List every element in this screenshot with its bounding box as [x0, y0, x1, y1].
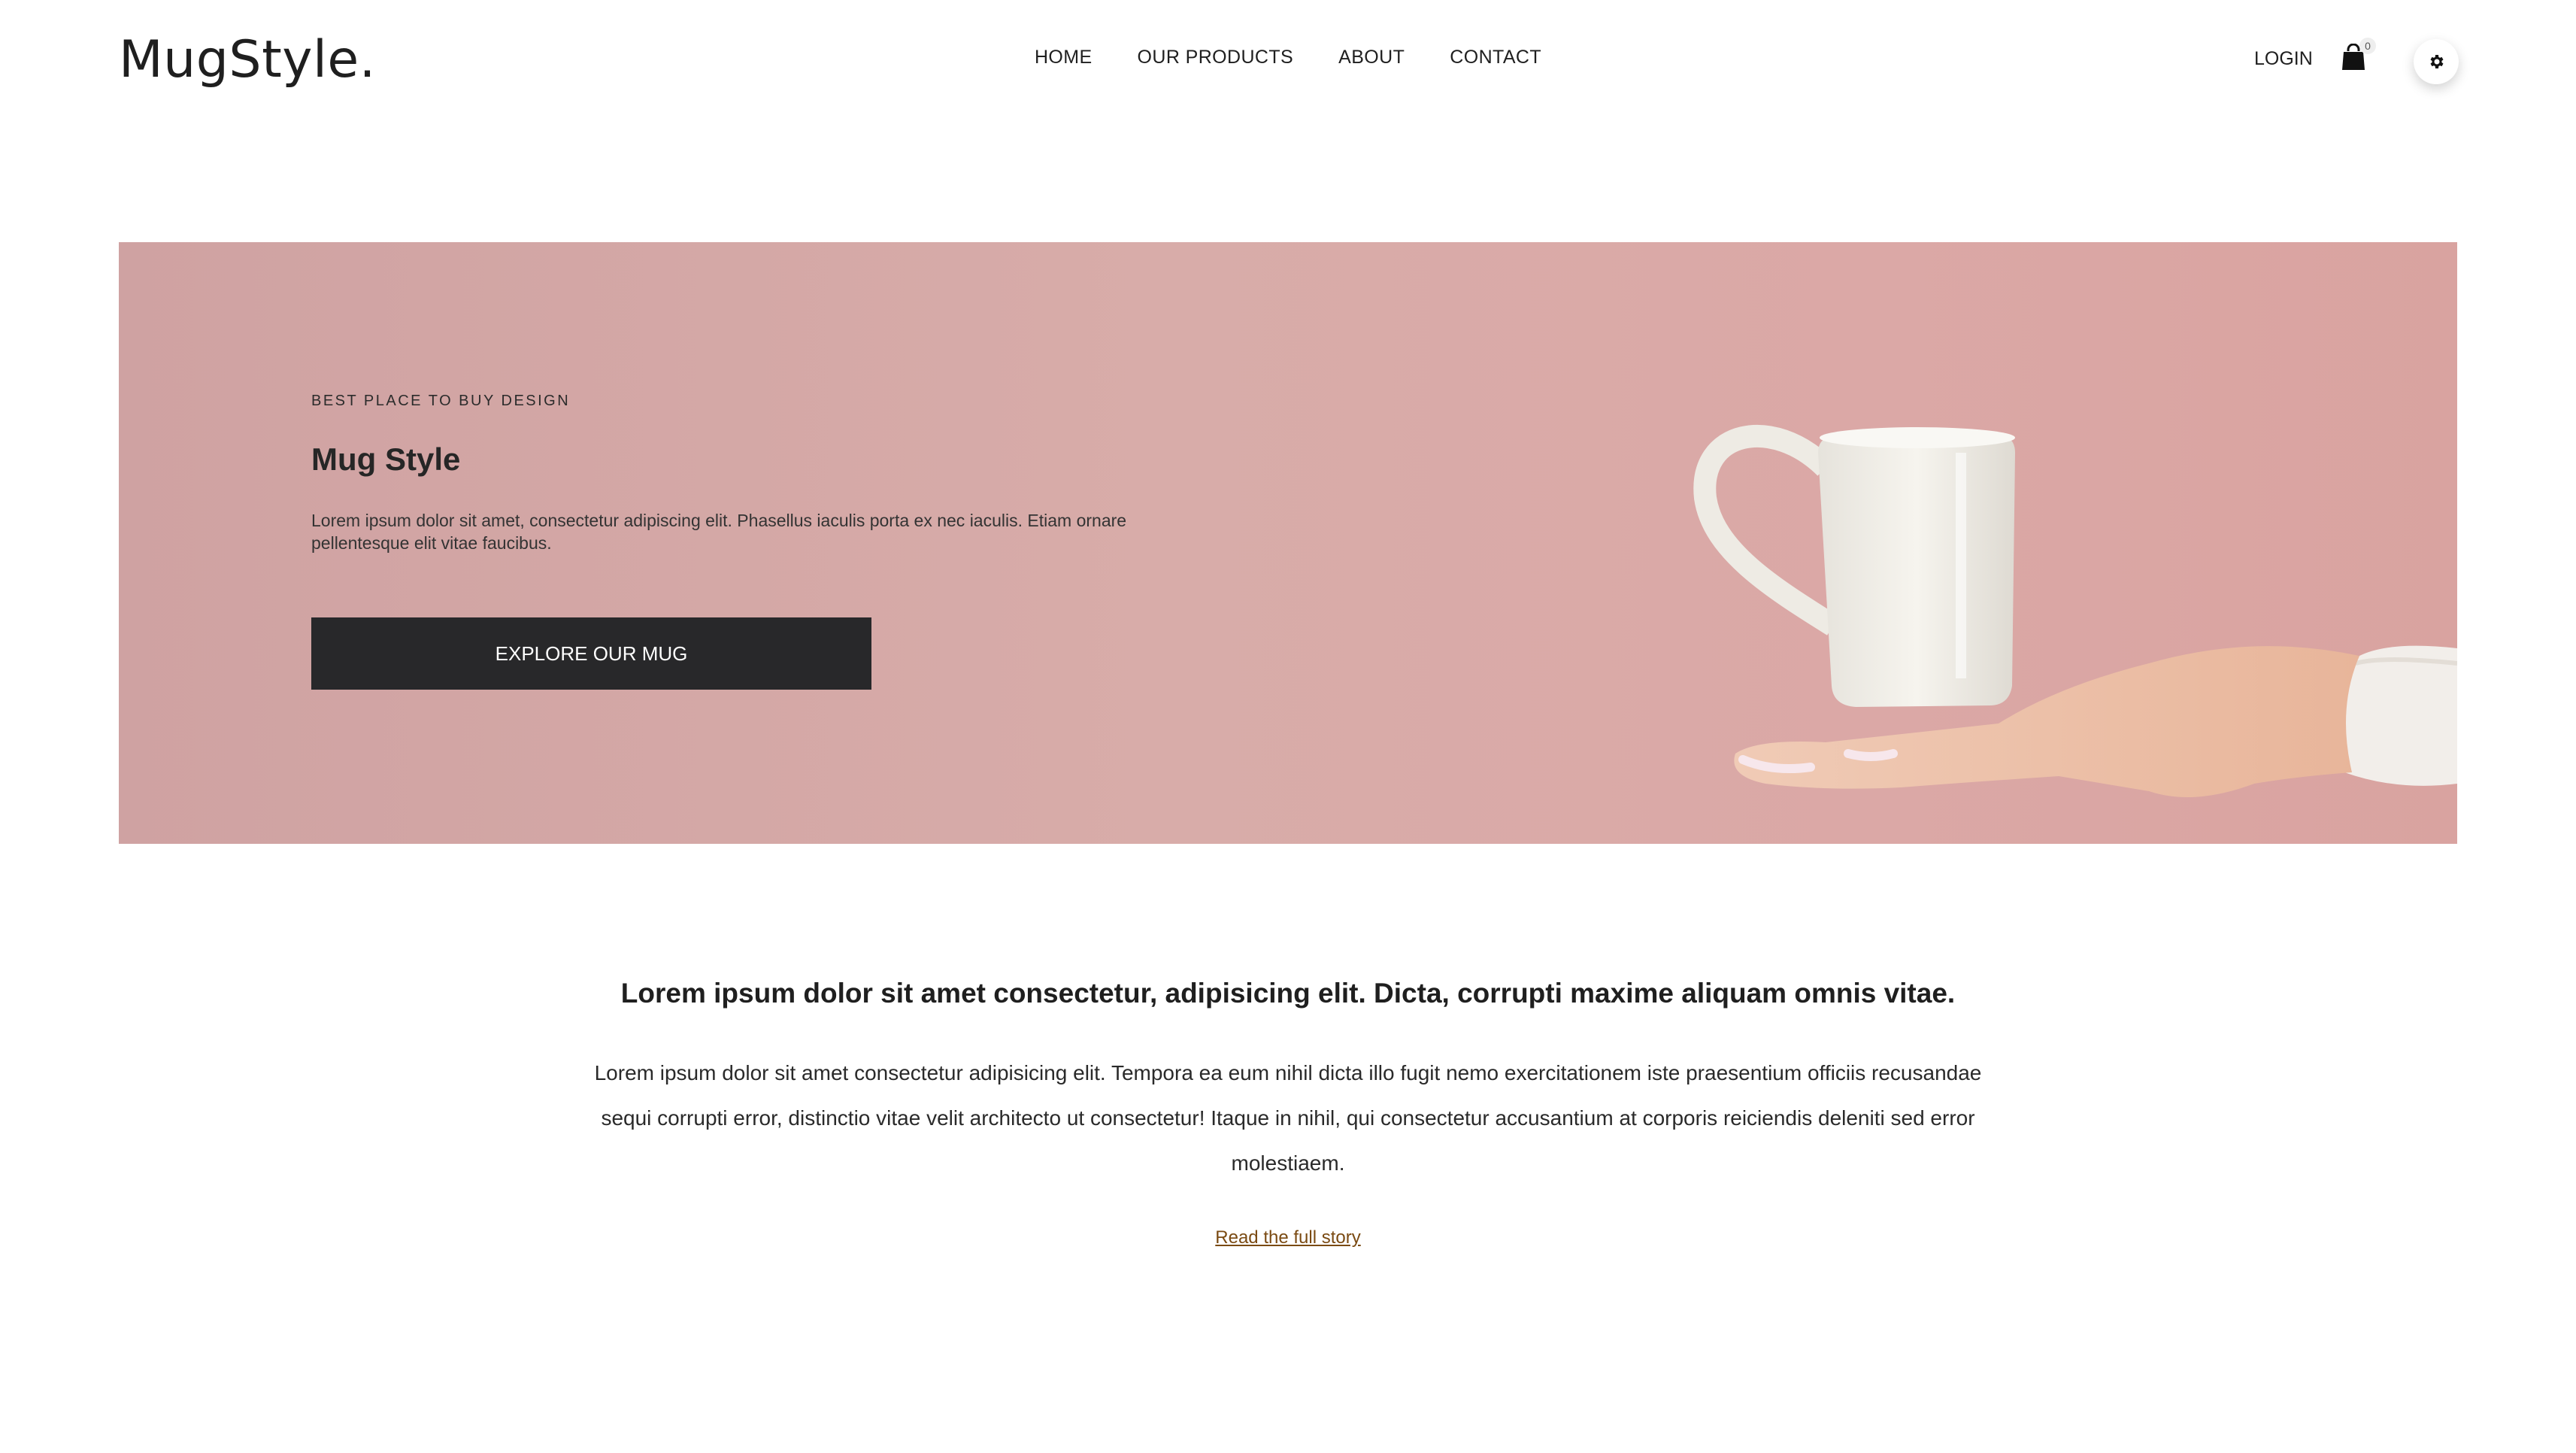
- hero-banner: BEST PLACE TO BUY DESIGN Mug Style Lorem…: [119, 242, 2457, 844]
- gear-icon: [2430, 55, 2444, 68]
- main-nav: HOME OUR PRODUCTS ABOUT CONTACT: [0, 47, 2576, 68]
- story-section: Lorem ipsum dolor sit amet consectetur, …: [0, 978, 2576, 1248]
- nav-contact[interactable]: CONTACT: [1450, 47, 1541, 68]
- site-header: MugStyle. HOME OUR PRODUCTS ABOUT CONTAC…: [0, 0, 2576, 120]
- nav-our-products[interactable]: OUR PRODUCTS: [1138, 47, 1294, 68]
- explore-mug-button[interactable]: EXPLORE OUR MUG: [311, 617, 871, 690]
- nav-about[interactable]: ABOUT: [1338, 47, 1405, 68]
- read-full-story-link[interactable]: Read the full story: [1215, 1227, 1360, 1248]
- story-heading: Lorem ipsum dolor sit amet consectetur, …: [620, 978, 1956, 1009]
- hero-description: Lorem ipsum dolor sit amet, consectetur …: [311, 511, 1127, 553]
- nav-home[interactable]: HOME: [1035, 47, 1093, 68]
- hand-holding-mug-image: [1693, 424, 2457, 797]
- settings-button[interactable]: [2414, 39, 2459, 84]
- login-link[interactable]: LOGIN: [2254, 48, 2313, 70]
- cart-count-badge: 0: [2359, 38, 2376, 54]
- hero-eyebrow: BEST PLACE TO BUY DESIGN: [311, 393, 571, 409]
- story-body: Lorem ipsum dolor sit amet consectetur a…: [594, 1061, 1982, 1175]
- hero-title: Mug Style: [311, 441, 461, 477]
